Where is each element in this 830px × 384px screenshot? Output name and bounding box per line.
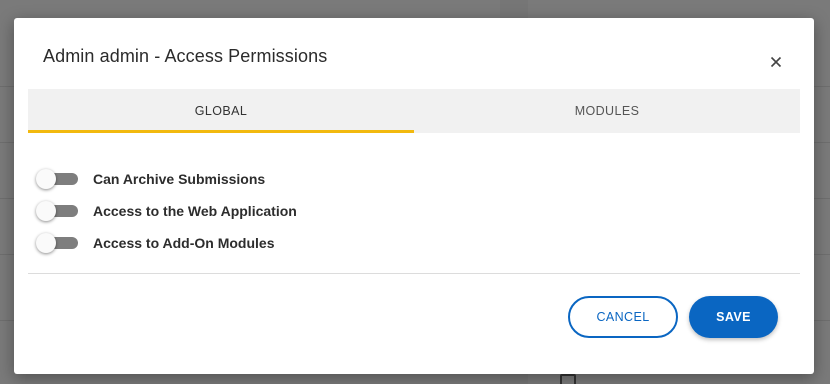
footer-divider bbox=[28, 273, 800, 274]
web-application-toggle[interactable] bbox=[36, 201, 80, 221]
add-on-modules-toggle[interactable] bbox=[36, 233, 80, 253]
permission-list: Can Archive Submissions Access to the We… bbox=[36, 163, 297, 259]
tab-global[interactable]: GLOBAL bbox=[28, 89, 414, 133]
archive-submissions-label: Can Archive Submissions bbox=[93, 171, 266, 187]
cancel-button[interactable]: CANCEL bbox=[568, 296, 678, 338]
toggle-thumb bbox=[36, 201, 56, 221]
access-permissions-dialog: Admin admin - Access Permissions GLOBAL … bbox=[14, 18, 814, 374]
permission-tabs: GLOBAL MODULES bbox=[28, 89, 800, 133]
close-button[interactable] bbox=[768, 54, 784, 70]
toggle-thumb bbox=[36, 233, 56, 253]
tab-modules-label: MODULES bbox=[574, 104, 640, 118]
add-on-modules-label: Access to Add-On Modules bbox=[93, 235, 275, 251]
web-application-label: Access to the Web Application bbox=[93, 203, 297, 219]
close-icon bbox=[770, 56, 782, 68]
tab-modules[interactable]: MODULES bbox=[414, 89, 800, 133]
permission-row-add-on-modules: Access to Add-On Modules bbox=[36, 227, 297, 259]
permission-row-web-application: Access to the Web Application bbox=[36, 195, 297, 227]
background-checkbox bbox=[560, 374, 576, 384]
toggle-thumb bbox=[36, 169, 56, 189]
tab-global-label: GLOBAL bbox=[194, 104, 248, 118]
save-button[interactable]: SAVE bbox=[689, 296, 778, 338]
permission-row-archive-submissions: Can Archive Submissions bbox=[36, 163, 297, 195]
dialog-title: Admin admin - Access Permissions bbox=[43, 46, 328, 66]
archive-submissions-toggle[interactable] bbox=[36, 169, 80, 189]
